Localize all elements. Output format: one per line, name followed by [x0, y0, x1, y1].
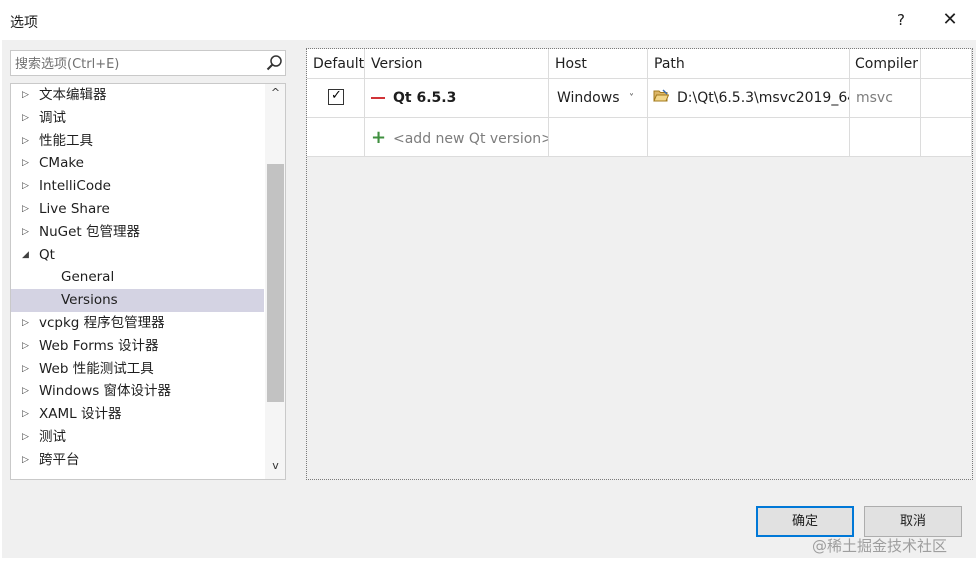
tree-item-label: IntelliCode	[39, 178, 111, 195]
tree-item-label: Versions	[61, 292, 118, 309]
search-box[interactable]	[10, 50, 286, 76]
tree-item[interactable]: ▷ Live Share	[11, 198, 264, 221]
tree-item-label: Qt	[39, 246, 55, 263]
search-icon[interactable]	[265, 54, 283, 72]
tree-item[interactable]: ▷ XAML 设计器	[11, 403, 264, 426]
expand-arrow-icon[interactable]: ▷	[22, 152, 32, 175]
expand-arrow-icon[interactable]: ▷	[22, 312, 32, 335]
add-row-path-cell	[648, 118, 850, 157]
tree-item-label: 文本编辑器	[39, 87, 107, 103]
expand-arrow-icon[interactable]: ▷	[22, 335, 32, 358]
compiler-cell: msvc	[850, 79, 921, 118]
options-tree: ▷ 文本编辑器 ▷ 调试 ▷ 性能工具 ▷ CMake ▷ IntelliCode ▷ Live Sh…	[10, 83, 286, 480]
add-version-label[interactable]: <add new Qt version>	[393, 131, 548, 147]
tree-item-label: 调试	[39, 109, 66, 126]
dialog-title: 选项	[10, 15, 38, 31]
column-header-host[interactable]: Host	[549, 49, 648, 79]
tree-item[interactable]: ▷ Web 性能测试工具	[11, 358, 264, 381]
checkmark-icon: ✓	[331, 88, 342, 103]
add-version-row[interactable]: + <add new Qt version>	[365, 118, 549, 157]
versions-grid: Default Version Host Path Compiler ✓ Qt …	[307, 49, 972, 157]
tree-item-label: Live Share	[39, 200, 110, 217]
expand-arrow-icon[interactable]: ▷	[22, 221, 32, 244]
add-row-default-cell	[307, 118, 365, 157]
expand-arrow-icon[interactable]: ▷	[22, 403, 32, 426]
open-folder-icon[interactable]	[653, 89, 669, 103]
table-row-version-cell[interactable]: Qt 6.5.3	[365, 79, 549, 118]
close-button[interactable]: ✕	[938, 8, 962, 32]
title-bar: 选项 ? ✕	[0, 0, 979, 40]
version-name: Qt 6.5.3	[393, 90, 457, 106]
column-header-filler	[921, 49, 972, 79]
tree-item[interactable]: ◢ Qt	[11, 244, 264, 267]
collapse-arrow-icon[interactable]: ◢	[22, 244, 32, 267]
tree-item[interactable]: General	[11, 266, 264, 289]
expand-arrow-icon[interactable]: ▷	[22, 84, 32, 107]
tree-item-label: vcpkg 程序包管理器	[39, 314, 165, 331]
column-header-default[interactable]: Default	[307, 49, 365, 79]
add-row-host-cell	[549, 118, 648, 157]
tree-item[interactable]: Versions	[11, 289, 264, 312]
tree-item-label: Windows 窗体设计器	[39, 383, 172, 400]
expand-arrow-icon[interactable]: ▷	[22, 198, 32, 221]
path-cell[interactable]: D:\Qt\6.5.3\msvc2019_64	[648, 79, 850, 118]
tree-scrollbar[interactable]: ^ v	[265, 84, 285, 479]
expand-arrow-icon[interactable]: ▷	[22, 449, 32, 472]
add-row-compiler-cell	[850, 118, 921, 157]
tree-item[interactable]: ▷ vcpkg 程序包管理器	[11, 312, 264, 335]
tree-item[interactable]: ▷ 文本编辑器	[11, 84, 264, 107]
tree-item-label: NuGet 包管理器	[39, 223, 141, 240]
tree-item-label: XAML 设计器	[39, 406, 122, 423]
expand-arrow-icon[interactable]: ▷	[22, 130, 32, 153]
tree-item-label: Web 性能测试工具	[39, 360, 154, 377]
table-row-default-cell: ✓	[307, 79, 365, 118]
add-icon[interactable]: +	[371, 118, 386, 156]
tree-item-label: 测试	[39, 428, 66, 445]
tree-item[interactable]: ▷ 性能工具	[11, 130, 264, 153]
scroll-up-button[interactable]: ^	[265, 86, 285, 104]
expand-arrow-icon[interactable]: ▷	[22, 107, 32, 130]
tree-item-label: Web Forms 设计器	[39, 337, 159, 354]
tree-item[interactable]: ▷ Windows 窗体设计器	[11, 380, 264, 403]
tree-item-label: General	[61, 269, 115, 286]
tree-item-label: 性能工具	[39, 132, 93, 149]
expand-arrow-icon[interactable]: ▷	[22, 380, 32, 403]
remove-version-icon[interactable]	[371, 97, 385, 99]
path-value: D:\Qt\6.5.3\msvc2019_64	[677, 90, 850, 106]
host-value: Windows	[557, 90, 620, 106]
tree-item[interactable]: ▷ IntelliCode	[11, 175, 264, 198]
column-header-path[interactable]: Path	[648, 49, 850, 79]
column-header-version[interactable]: Version	[365, 49, 549, 79]
tree-item-label: 跨平台	[39, 451, 80, 468]
tree-item[interactable]: ▷ 调试	[11, 107, 264, 130]
tree-item[interactable]: ▷ CMake	[11, 152, 264, 175]
ok-button[interactable]: 确定	[756, 506, 854, 537]
expand-arrow-icon[interactable]: ▷	[22, 175, 32, 198]
expand-arrow-icon[interactable]: ▷	[22, 358, 32, 381]
search-input[interactable]	[15, 55, 255, 73]
chevron-down-icon[interactable]: ˅	[629, 79, 634, 117]
watermark: @稀土掘金技术社区	[812, 537, 948, 555]
tree-item[interactable]: ▷ NuGet 包管理器	[11, 221, 264, 244]
tree-item[interactable]: ▷ 跨平台	[11, 449, 264, 472]
column-header-compiler[interactable]: Compiler	[850, 49, 921, 79]
scroll-thumb[interactable]	[267, 164, 284, 402]
host-select[interactable]: Windows ˅	[549, 79, 648, 118]
cancel-button[interactable]: 取消	[864, 506, 962, 537]
row-filler	[921, 79, 972, 118]
tree-item[interactable]: ▷ Web Forms 设计器	[11, 335, 264, 358]
help-button[interactable]: ?	[890, 8, 912, 32]
add-row-filler	[921, 118, 972, 157]
expand-arrow-icon[interactable]: ▷	[22, 426, 32, 449]
tree-item[interactable]: ▷ 测试	[11, 426, 264, 449]
tree-item-list: ▷ 文本编辑器 ▷ 调试 ▷ 性能工具 ▷ CMake ▷ IntelliCode ▷ Live Sh…	[11, 84, 264, 472]
scroll-down-button[interactable]: v	[265, 459, 285, 477]
default-checkbox[interactable]: ✓	[328, 88, 344, 105]
tree-item-label: CMake	[39, 155, 84, 172]
